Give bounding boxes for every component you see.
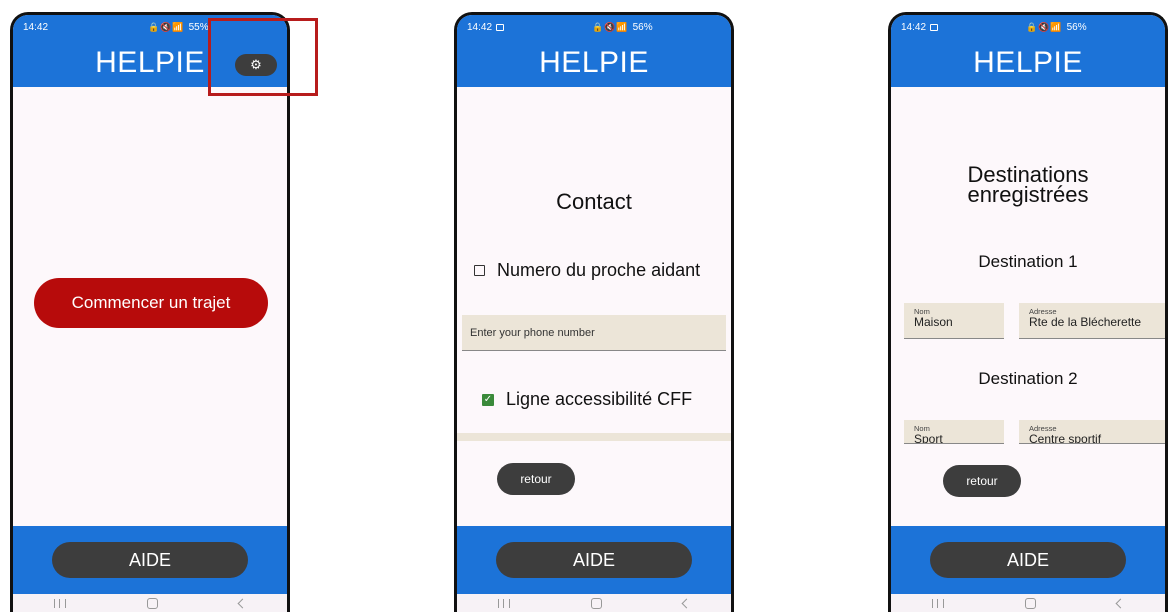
caregiver-checkbox-label: Numero du proche aidant [497, 260, 701, 280]
phone-number-input[interactable]: Enter your phone number [462, 315, 726, 351]
aide-button[interactable]: AIDE [496, 542, 692, 578]
home-content: Commencer un trajet [13, 87, 287, 526]
destination-2-name-field[interactable]: Nom Sport [904, 420, 1004, 444]
destination-1-heading: Destination 1 [978, 252, 1078, 271]
back-icon[interactable] [237, 598, 248, 608]
start-trip-button[interactable]: Commencer un trajet [34, 278, 268, 328]
partial-input-field[interactable] [457, 433, 731, 441]
aide-button[interactable]: AIDE [52, 542, 248, 578]
battery-level: 56% [632, 21, 653, 33]
name-value: Sport [914, 432, 943, 444]
app-bar: HELPIE [891, 39, 1165, 87]
destination-1-name-field[interactable]: Nom Maison [904, 303, 1004, 339]
bottom-bar: AIDE [891, 526, 1165, 594]
retour-button[interactable]: retour [943, 465, 1021, 497]
destinations-content: Destinations enregistrées Destination 1 … [891, 87, 1165, 526]
name-value: Maison [914, 315, 953, 329]
checkbox-checked-icon[interactable]: ✓ [482, 393, 494, 406]
contact-content: Contact Numero du proche aidant Enter yo… [457, 87, 731, 526]
status-bar: 14:42 🔒🔇📶 56% [891, 15, 1165, 39]
status-icons: 🔒🔇📶 56% [592, 22, 653, 33]
recent-apps-icon[interactable] [497, 598, 510, 608]
app-title: HELPIE [95, 46, 205, 79]
status-icons: 🔒🔇📶 55% [148, 22, 209, 33]
battery-level: 56% [1066, 21, 1087, 33]
aide-button[interactable]: AIDE [930, 542, 1126, 578]
phone-contact-screen: 14:42 🔒🔇📶 56% HELPIE Contact Numero du p… [454, 12, 734, 612]
system-nav-bar [891, 594, 1165, 612]
recent-apps-icon[interactable] [931, 598, 944, 608]
phone-home-screen: 14:42 🔒🔇📶 55% HELPIE ⚙ Commencer un traj… [10, 12, 290, 612]
checkbox-unchecked-icon[interactable] [474, 265, 485, 276]
recent-apps-icon[interactable] [53, 598, 66, 608]
destination-1-address-field[interactable]: Adresse Rte de la Blécherette [1019, 303, 1165, 339]
home-icon[interactable] [1024, 597, 1036, 609]
address-value: Rte de la Blécherette [1029, 315, 1142, 329]
home-icon[interactable] [590, 597, 602, 609]
back-icon[interactable] [681, 598, 692, 608]
signal-icons: 🔒🔇📶 [592, 21, 629, 32]
address-value: Centre sportif [1029, 432, 1102, 444]
settings-highlight-box [208, 18, 318, 96]
system-nav-bar [457, 594, 731, 612]
app-title: HELPIE [539, 46, 649, 79]
destinations-title: Destinations enregistrées [891, 164, 1165, 207]
image-notification-icon [496, 23, 505, 31]
contact-title: Contact [556, 189, 632, 214]
status-time: 14:42 [901, 21, 927, 33]
image-notification-icon [930, 23, 939, 31]
system-nav-bar [13, 594, 287, 612]
phone-destinations-screen: 14:42 🔒🔇📶 56% HELPIE Destinations enregi… [888, 12, 1168, 612]
status-time: 14:42 [23, 21, 49, 33]
screen: 14:42 🔒🔇📶 55% HELPIE ⚙ Commencer un traj… [13, 15, 287, 612]
screen: 14:42 🔒🔇📶 56% HELPIE Destinations enregi… [891, 15, 1165, 612]
bottom-bar: AIDE [457, 526, 731, 594]
status-icons: 🔒🔇📶 56% [1026, 22, 1087, 33]
back-icon[interactable] [1115, 598, 1126, 608]
status-bar: 14:42 🔒🔇📶 56% [457, 15, 731, 39]
phone-number-placeholder: Enter your phone number [470, 326, 595, 339]
retour-button[interactable]: retour [497, 463, 575, 495]
app-bar: HELPIE [457, 39, 731, 87]
cff-checkbox-label: Ligne accessibilité CFF [506, 389, 693, 409]
caregiver-checkbox-row[interactable]: Numero du proche aidant [474, 260, 700, 281]
destination-2-heading: Destination 2 [978, 369, 1078, 388]
signal-icons: 🔒🔇📶 [1026, 21, 1063, 32]
cff-checkbox-row[interactable]: ✓ Ligne accessibilité CFF [482, 389, 692, 410]
signal-icons: 🔒🔇📶 [148, 21, 185, 32]
status-time: 14:42 [467, 21, 493, 33]
screen: 14:42 🔒🔇📶 56% HELPIE Contact Numero du p… [457, 15, 731, 612]
destinations-title-line2: enregistrées [967, 182, 1089, 207]
bottom-bar: AIDE [13, 526, 287, 594]
battery-level: 55% [188, 21, 209, 33]
destination-2-address-field[interactable]: Adresse Centre sportif [1019, 420, 1165, 444]
app-title: HELPIE [973, 46, 1083, 79]
home-icon[interactable] [146, 597, 158, 609]
